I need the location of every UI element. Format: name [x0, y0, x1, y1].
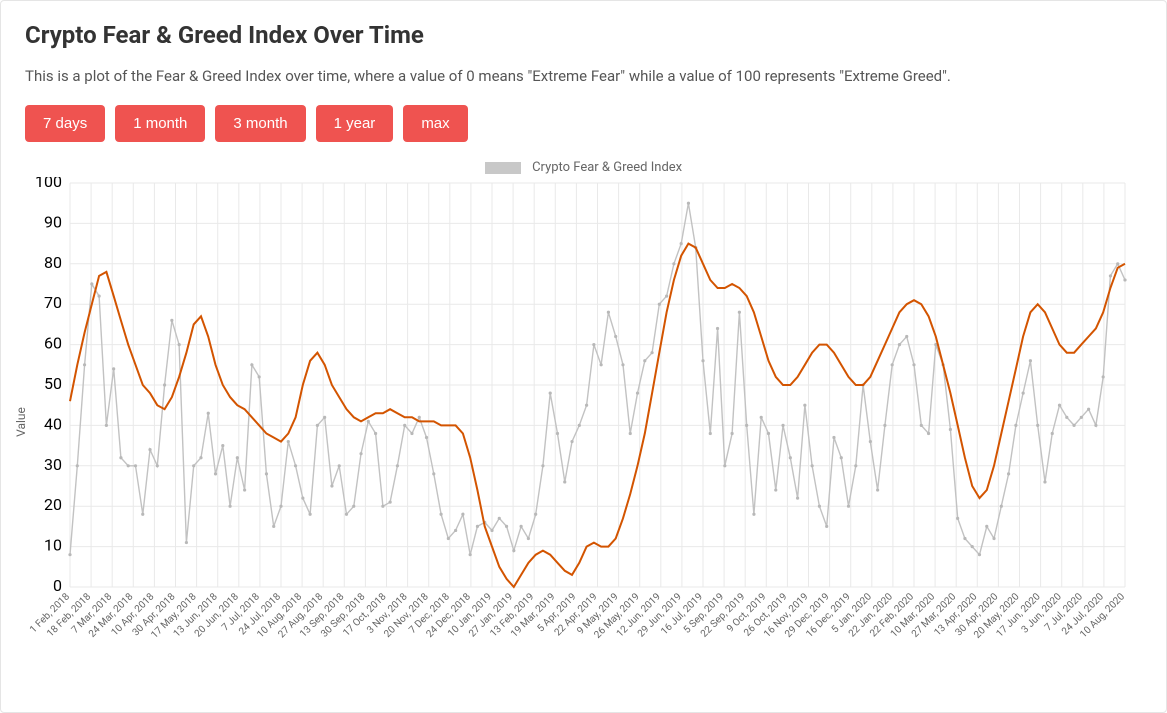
range-buttons: 7 days 1 month 3 month 1 year max — [25, 105, 1142, 142]
legend-label: Crypto Fear & Greed Index — [532, 160, 682, 175]
svg-text:70: 70 — [44, 293, 62, 312]
svg-text:50: 50 — [44, 374, 62, 393]
legend-swatch — [485, 162, 521, 174]
svg-text:30: 30 — [44, 455, 62, 474]
svg-text:10: 10 — [44, 536, 62, 555]
page-title: Crypto Fear & Greed Index Over Time — [25, 21, 1142, 49]
chart-area: Value 01020304050607080901001 Feb, 20181… — [25, 177, 1142, 667]
chart-svg: 01020304050607080901001 Feb, 201818 Feb,… — [25, 177, 1135, 667]
svg-text:90: 90 — [44, 212, 62, 231]
range-max-button[interactable]: max — [403, 105, 467, 142]
svg-text:80: 80 — [44, 253, 62, 272]
chart-card: Crypto Fear & Greed Index Over Time This… — [0, 0, 1167, 713]
range-7days-button[interactable]: 7 days — [25, 105, 105, 142]
y-axis-label: Value — [14, 407, 28, 437]
svg-text:0: 0 — [53, 576, 62, 595]
svg-text:20: 20 — [44, 495, 62, 514]
range-1year-button[interactable]: 1 year — [316, 105, 394, 142]
svg-text:100: 100 — [35, 177, 62, 191]
page-description: This is a plot of the Fear & Greed Index… — [25, 67, 1142, 85]
svg-text:40: 40 — [44, 414, 62, 433]
range-3month-button[interactable]: 3 month — [215, 105, 305, 142]
range-1month-button[interactable]: 1 month — [115, 105, 205, 142]
svg-text:60: 60 — [44, 334, 62, 353]
chart-legend: Crypto Fear & Greed Index — [25, 160, 1142, 175]
